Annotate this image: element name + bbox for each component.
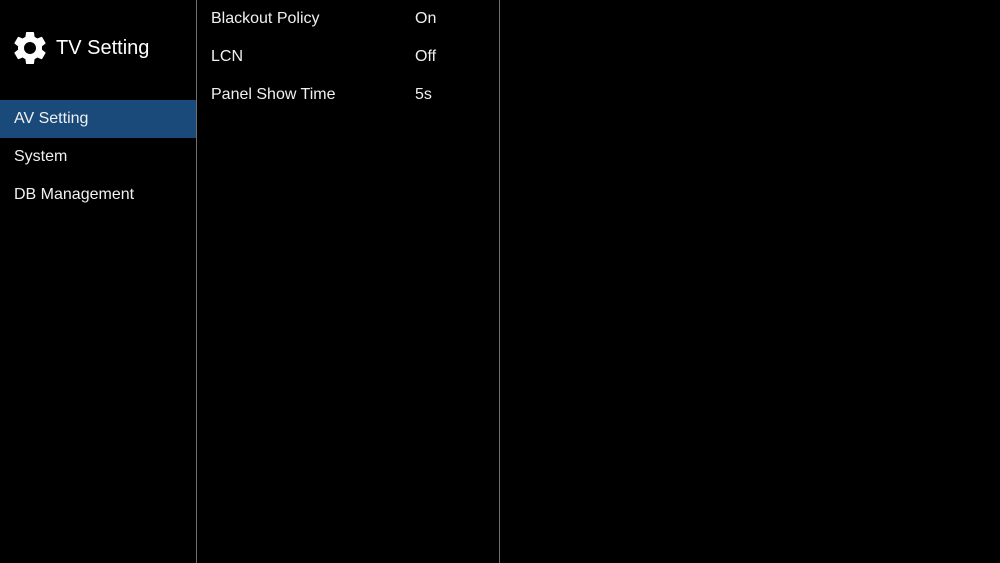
sidebar: TV Setting AV Setting System DB Manageme… — [0, 0, 197, 563]
settings-panel: Blackout Policy On LCN Off Panel Show Ti… — [197, 0, 500, 563]
setting-label: Panel Show Time — [211, 86, 415, 104]
sidebar-header: TV Setting — [0, 0, 196, 100]
gear-icon — [10, 28, 50, 68]
setting-value: 5s — [415, 86, 485, 104]
sidebar-item-db-management[interactable]: DB Management — [0, 176, 196, 214]
sidebar-item-system[interactable]: System — [0, 138, 196, 176]
setting-label: LCN — [211, 48, 415, 66]
sidebar-item-label: System — [14, 148, 67, 165]
setting-row-blackout-policy[interactable]: Blackout Policy On — [197, 0, 499, 38]
sidebar-item-av-setting[interactable]: AV Setting — [0, 100, 196, 138]
sidebar-item-label: AV Setting — [14, 110, 88, 127]
setting-value: On — [415, 10, 485, 28]
setting-row-lcn[interactable]: LCN Off — [197, 38, 499, 76]
setting-row-panel-show-time[interactable]: Panel Show Time 5s — [197, 76, 499, 114]
preview-area — [500, 0, 1000, 563]
setting-label: Blackout Policy — [211, 10, 415, 28]
sidebar-item-label: DB Management — [14, 186, 134, 203]
sidebar-title: TV Setting — [56, 37, 149, 60]
setting-value: Off — [415, 48, 485, 66]
